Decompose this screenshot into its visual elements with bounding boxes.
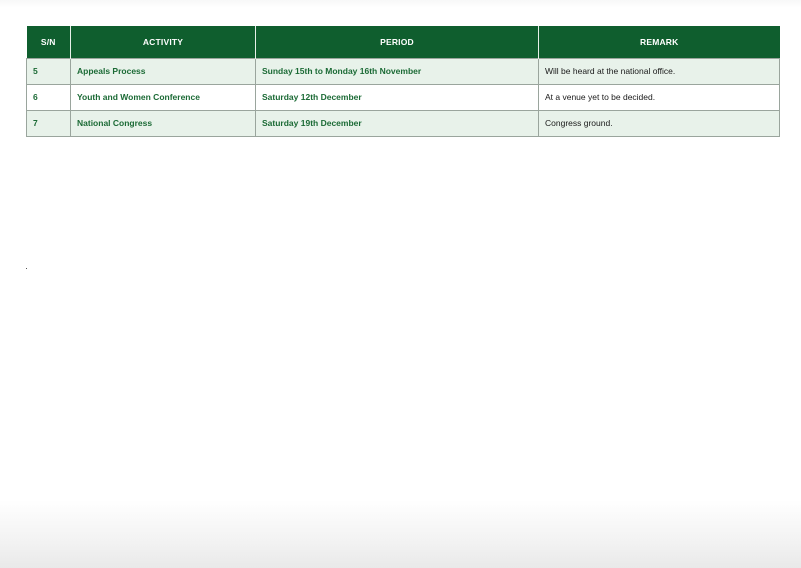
cell-remark: At a venue yet to be decided. xyxy=(538,83,780,111)
cell-period: Sunday 15th to Monday 16th November xyxy=(255,57,539,85)
cell-sn: 5 xyxy=(26,57,71,85)
cell-remark: Congress ground. xyxy=(538,109,780,137)
cell-activity: National Congress xyxy=(70,109,256,137)
header-period: PERIOD xyxy=(255,26,539,58)
header-remark: REMARK xyxy=(538,26,780,58)
cell-period: Saturday 12th December xyxy=(255,83,539,111)
cell-sn: 7 xyxy=(26,109,71,137)
header-activity: ACTIVITY xyxy=(70,26,256,58)
schedule-table: S/N ACTIVITY PERIOD REMARK 5 Appeals Pro… xyxy=(26,26,780,137)
cell-activity: Youth and Women Conference xyxy=(70,83,256,111)
cell-sn: 6 xyxy=(26,83,71,111)
document-page: S/N ACTIVITY PERIOD REMARK 5 Appeals Pro… xyxy=(0,0,801,568)
table-row: 6 Youth and Women Conference Saturday 12… xyxy=(26,83,780,111)
table-row: 7 National Congress Saturday 19th Decemb… xyxy=(26,109,780,137)
table-header-row: S/N ACTIVITY PERIOD REMARK xyxy=(26,26,780,58)
stray-dot-mark xyxy=(26,268,27,269)
cell-period: Saturday 19th December xyxy=(255,109,539,137)
cell-remark: Will be heard at the national office. xyxy=(538,57,780,85)
cell-activity: Appeals Process xyxy=(70,57,256,85)
header-sn: S/N xyxy=(26,26,71,58)
table-row: 5 Appeals Process Sunday 15th to Monday … xyxy=(26,57,780,85)
